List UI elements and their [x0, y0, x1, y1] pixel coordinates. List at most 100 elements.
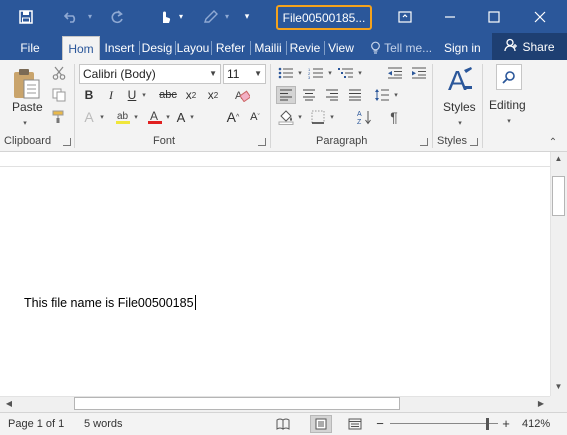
sign-in-link[interactable]: Sign in: [444, 36, 481, 60]
grow-font-button[interactable]: A ^: [224, 108, 242, 126]
font-name-dropdown-icon[interactable]: ▼: [209, 65, 217, 83]
cut-icon[interactable]: [50, 64, 68, 82]
close-icon[interactable]: [528, 0, 552, 33]
page-count[interactable]: Page 1 of 1: [8, 413, 64, 435]
format-painter-icon[interactable]: [50, 108, 68, 126]
tab-file[interactable]: File: [10, 36, 50, 60]
borders-icon[interactable]: [308, 108, 328, 126]
numbering-dropdown-icon[interactable]: ▾: [326, 64, 334, 82]
paragraph-launcher-icon[interactable]: [420, 138, 428, 146]
zoom-slider-thumb[interactable]: [486, 418, 489, 430]
zoom-level[interactable]: 412%: [522, 413, 550, 435]
scroll-up-icon[interactable]: ▲: [552, 154, 565, 163]
bullets-icon[interactable]: [276, 64, 296, 82]
pen-dropdown-icon[interactable]: ▾: [222, 0, 232, 33]
redo-icon[interactable]: [106, 0, 128, 33]
multilevel-list-icon[interactable]: [336, 64, 356, 82]
scroll-down-icon[interactable]: ▼: [552, 382, 565, 391]
minimize-icon[interactable]: [438, 0, 462, 33]
tell-me-search[interactable]: Tell me...: [370, 36, 432, 60]
superscript-button[interactable]: x2: [204, 86, 222, 104]
maximize-icon[interactable]: [482, 0, 506, 33]
editing-dropdown-icon[interactable]: ▾: [504, 116, 514, 126]
zoom-out-icon[interactable]: −: [374, 413, 386, 435]
italic-button[interactable]: I: [102, 86, 120, 104]
pen-icon[interactable]: [200, 0, 222, 33]
share-button[interactable]: Share: [492, 33, 567, 60]
paste-icon[interactable]: [9, 66, 43, 102]
strikethrough-button[interactable]: abc: [156, 86, 180, 104]
styles-icon[interactable]: A: [442, 64, 478, 96]
show-formatting-marks-icon[interactable]: ¶: [384, 108, 404, 126]
scroll-left-icon[interactable]: ◀: [4, 399, 14, 408]
decrease-indent-icon[interactable]: [385, 64, 405, 82]
web-layout-icon[interactable]: [346, 413, 364, 435]
save-icon[interactable]: [14, 0, 38, 33]
justify-icon[interactable]: [345, 86, 365, 104]
font-color-dropdown-icon[interactable]: ▾: [164, 108, 172, 126]
undo-dropdown-icon[interactable]: ▾: [84, 0, 96, 33]
document-canvas[interactable]: [0, 152, 567, 396]
touch-dropdown-icon[interactable]: ▾: [176, 0, 186, 33]
shading-dropdown-icon[interactable]: ▾: [296, 108, 304, 126]
shrink-font-button[interactable]: Aˇ: [246, 108, 264, 126]
tab-design[interactable]: Desig: [140, 36, 174, 60]
editing-label[interactable]: Editing: [489, 98, 526, 112]
borders-dropdown-icon[interactable]: ▾: [328, 108, 336, 126]
tab-home[interactable]: Hom: [62, 36, 100, 60]
highlight-icon[interactable]: ab: [114, 108, 132, 126]
bullets-dropdown-icon[interactable]: ▾: [296, 64, 304, 82]
copy-icon[interactable]: [50, 86, 68, 104]
read-mode-icon[interactable]: [274, 413, 292, 435]
clipboard-launcher-icon[interactable]: [63, 138, 71, 146]
styles-label[interactable]: Styles: [443, 100, 476, 114]
underline-dropdown-icon[interactable]: ▾: [140, 86, 148, 104]
tab-layout[interactable]: Layou: [176, 36, 210, 60]
customize-qat-icon[interactable]: ▾: [240, 0, 254, 33]
increase-indent-icon[interactable]: [409, 64, 429, 82]
touch-mode-icon[interactable]: [154, 0, 176, 33]
paste-dropdown-icon[interactable]: ▾: [20, 118, 30, 128]
numbering-icon[interactable]: 123: [306, 64, 326, 82]
line-spacing-dropdown-icon[interactable]: ▾: [392, 86, 400, 104]
line-spacing-icon[interactable]: [372, 86, 392, 104]
font-name-combo[interactable]: Calibri (Body) ▼: [79, 64, 221, 84]
font-launcher-icon[interactable]: [258, 138, 266, 146]
underline-button[interactable]: U: [124, 86, 140, 104]
vertical-scroll-thumb[interactable]: [552, 176, 565, 216]
document-body[interactable]: This file name is File00500185: [24, 295, 196, 310]
clear-formatting-icon[interactable]: A: [232, 86, 252, 104]
tab-view[interactable]: View: [325, 36, 357, 60]
scroll-right-icon[interactable]: ▶: [536, 399, 546, 408]
font-shading-dropdown-icon[interactable]: ▾: [188, 108, 196, 126]
multilevel-dropdown-icon[interactable]: ▾: [356, 64, 364, 82]
align-right-icon[interactable]: [322, 86, 342, 104]
undo-icon[interactable]: [60, 0, 82, 33]
editing-icon[interactable]: [496, 64, 522, 90]
tab-review[interactable]: Revie: [287, 36, 323, 60]
paste-label[interactable]: Paste: [12, 100, 43, 114]
font-size-dropdown-icon[interactable]: ▼: [254, 65, 262, 83]
zoom-in-icon[interactable]: +: [500, 413, 512, 435]
shading-icon[interactable]: [276, 108, 296, 126]
highlight-dropdown-icon[interactable]: ▾: [132, 108, 140, 126]
align-center-icon[interactable]: [299, 86, 319, 104]
font-size-combo[interactable]: 11 ▼: [223, 64, 266, 84]
tab-insert[interactable]: Insert: [101, 36, 138, 60]
sort-icon[interactable]: AZ: [355, 108, 375, 126]
align-left-icon[interactable]: [276, 86, 296, 104]
ribbon-display-icon[interactable]: [394, 0, 416, 33]
styles-dropdown-icon[interactable]: ▾: [455, 118, 465, 128]
styles-launcher-icon[interactable]: [470, 138, 478, 146]
collapse-ribbon-icon[interactable]: ⌃: [546, 136, 560, 148]
bold-button[interactable]: B: [80, 86, 98, 104]
tab-mailings[interactable]: Mailii: [251, 36, 285, 60]
font-color-icon[interactable]: A: [146, 108, 164, 126]
horizontal-scroll-thumb[interactable]: [74, 397, 400, 410]
subscript-button[interactable]: x2: [182, 86, 200, 104]
zoom-slider-track[interactable]: [390, 423, 498, 424]
print-layout-icon[interactable]: [310, 415, 332, 433]
word-count[interactable]: 5 words: [84, 413, 123, 435]
text-effects-dropdown-icon[interactable]: ▾: [98, 108, 106, 126]
tab-references[interactable]: Refer: [212, 36, 249, 60]
